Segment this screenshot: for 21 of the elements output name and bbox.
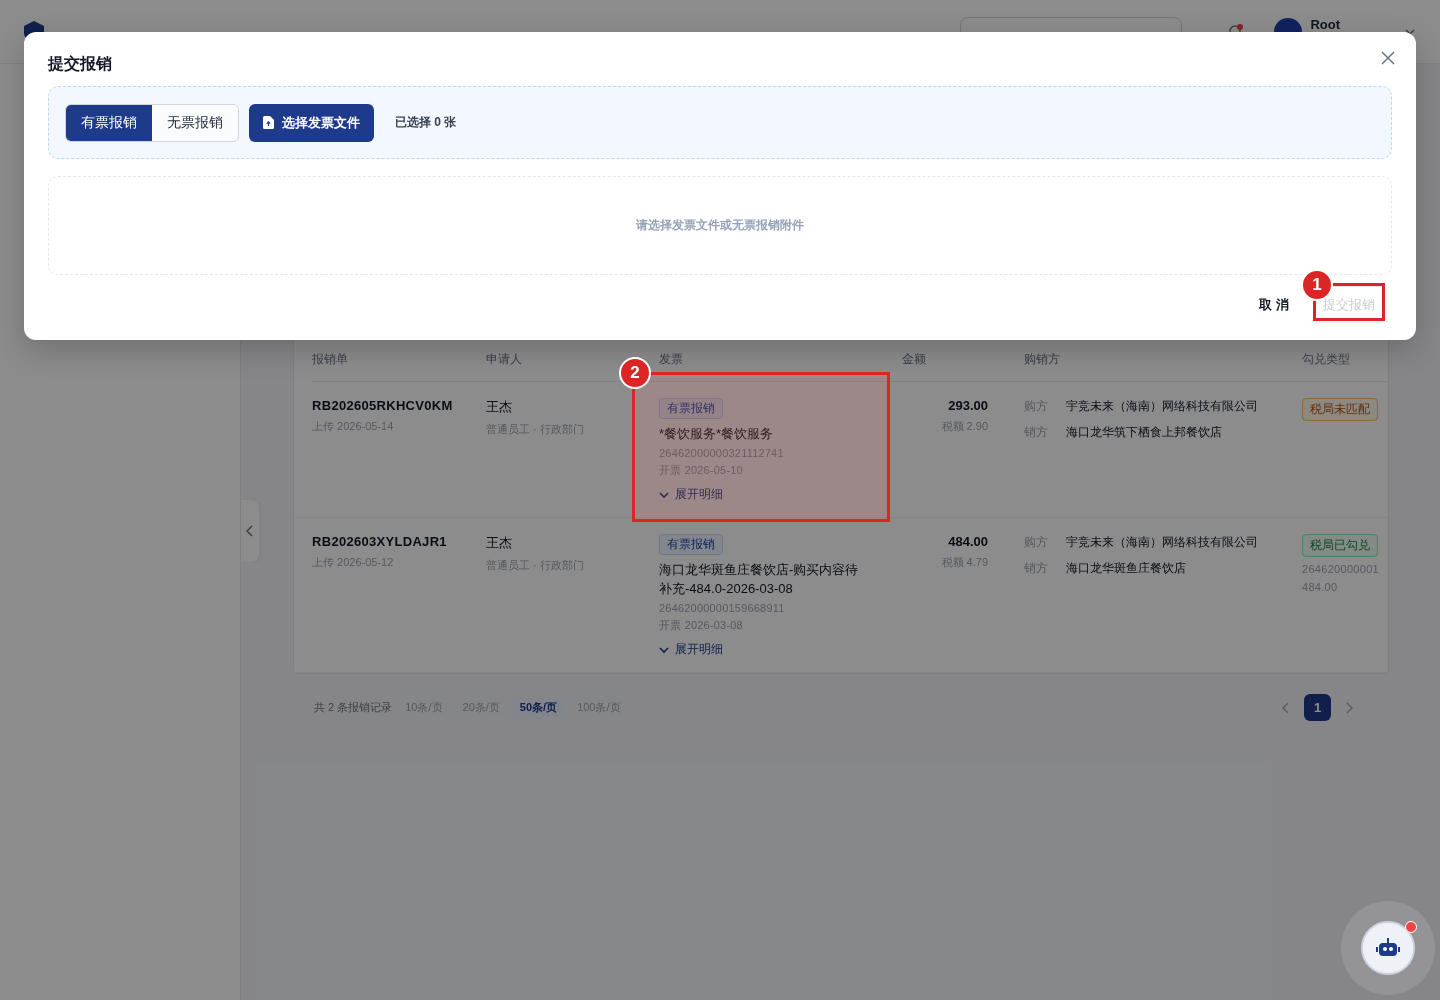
amount: 484.00 [947,534,988,549]
applicant-name: 王杰 [486,398,513,416]
applicant-name: 王杰 [486,534,513,552]
record-count: 共 2 条报销记录 [314,700,393,715]
party-name: 宇竞未来（海南）网络科技有限公司 [1066,534,1258,551]
empty-hint: 请选择发票文件或无票报销附件 [636,217,804,234]
invoice-title: *餐饮服务*餐饮服务 [659,425,775,443]
claim-id: RB202603XYLDAJR1 [312,534,448,549]
party-name: 宇竞未来（海南）网络科技有限公司 [1066,398,1258,415]
dialog-title: 提交报销 [48,54,112,74]
party-name: 海口龙华斑鱼庄餐饮店 [1066,560,1186,577]
invoice-title: 海口龙华斑鱼庄餐饮店-购买内容待补充-484.0-2026-03-08 [659,561,860,598]
party-name: 海口龙华筑下栖食上邦餐饮店 [1066,424,1222,441]
match-status-tag: 税局已勾兑 [1302,534,1378,557]
amount: 293.00 [947,398,988,413]
match-status-tag: 税局未匹配 [1302,398,1378,421]
claim-id: RB202605RKHCV0KM [312,398,454,413]
user-name: Root [1310,17,1340,32]
selected-count: 已选择 0 张 [395,114,457,131]
invoice-tag: 有票报销 [659,534,723,555]
invoice-tag: 有票报销 [659,398,723,419]
